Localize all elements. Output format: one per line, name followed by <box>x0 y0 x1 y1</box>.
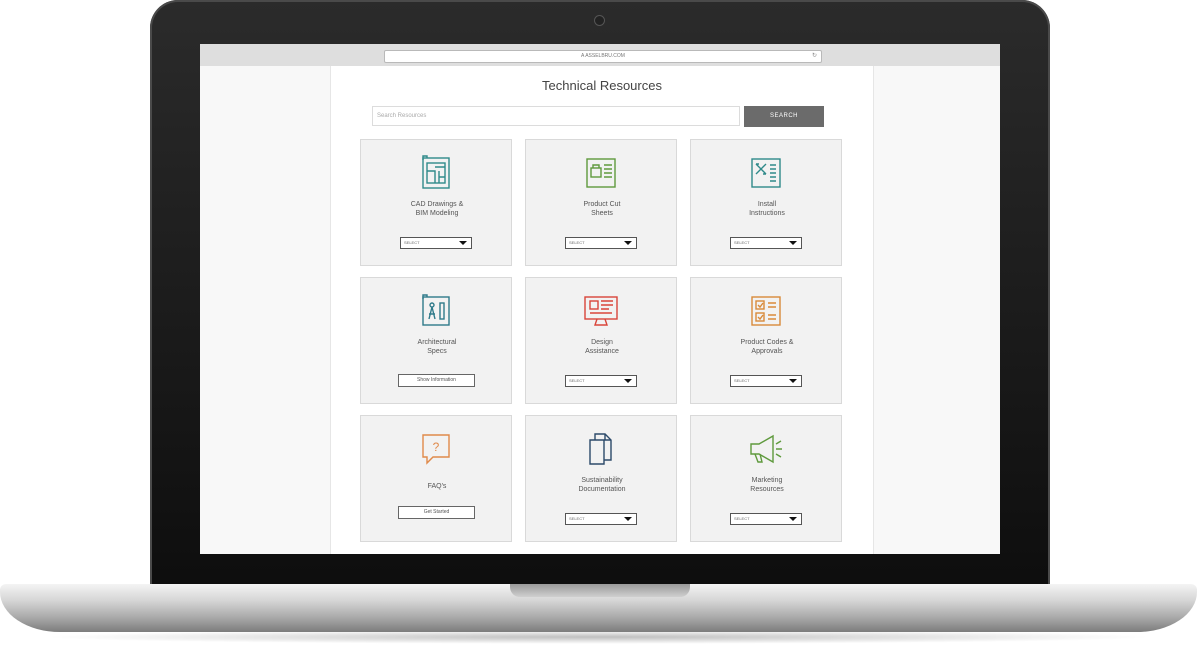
resources-page: Technical Resources Search Resources SEA… <box>331 66 873 554</box>
card-faqs[interactable]: ? FAQ's Get Started <box>360 415 512 542</box>
question-bubble-icon: ? <box>417 430 455 468</box>
megaphone-icon <box>747 430 785 468</box>
card-sustainability[interactable]: Sustainability Documentation SELECT <box>525 415 677 542</box>
product-sheet-icon <box>582 154 620 192</box>
show-information-button[interactable]: Show Information <box>398 374 475 387</box>
dropdown-arrow-icon <box>459 241 467 245</box>
dropdown-arrow-icon <box>624 241 632 245</box>
blueprint-icon <box>417 154 455 192</box>
card-label: Install Instructions <box>749 201 785 217</box>
right-gutter <box>873 66 1000 554</box>
laptop-notch <box>510 584 690 597</box>
card-label: Product Codes & Approvals <box>740 339 794 355</box>
browser-toolbar: A ASSELBRU.COM ↻ <box>200 44 1000 67</box>
dropdown-arrow-icon <box>624 517 632 521</box>
dropdown-arrow-icon <box>624 379 632 383</box>
card-marketing[interactable]: Marketing Resources SELECT <box>690 415 842 542</box>
sustainability-select[interactable]: SELECT <box>565 513 637 525</box>
card-label: Product Cut Sheets <box>583 201 621 217</box>
dropdown-arrow-icon <box>789 517 797 521</box>
card-label: Architectural Specs <box>417 339 457 355</box>
card-product-codes[interactable]: Product Codes & Approvals SELECT <box>690 277 842 404</box>
marketing-select[interactable]: SELECT <box>730 513 802 525</box>
install-select[interactable]: SELECT <box>730 237 802 249</box>
card-label: Marketing Resources <box>750 477 784 493</box>
card-label: CAD Drawings & BIM Modeling <box>410 201 464 217</box>
search-input[interactable]: Search Resources <box>372 106 740 126</box>
codes-select[interactable]: SELECT <box>730 375 802 387</box>
install-tools-icon <box>747 154 785 192</box>
address-bar[interactable]: A ASSELBRU.COM ↻ <box>384 50 822 63</box>
card-install-instructions[interactable]: Install Instructions SELECT <box>690 139 842 266</box>
camera-icon <box>594 15 605 26</box>
laptop-shadow <box>40 630 1157 644</box>
cad-select[interactable]: SELECT <box>400 237 472 249</box>
svg-text:?: ? <box>433 440 440 454</box>
get-started-button[interactable]: Get Started <box>398 506 475 519</box>
card-label: Sustainability Documentation <box>578 477 626 493</box>
address-text: A ASSELBRU.COM <box>581 53 625 59</box>
card-design-assistance[interactable]: Design Assistance SELECT <box>525 277 677 404</box>
reload-icon[interactable]: ↻ <box>812 51 817 62</box>
card-label: FAQ's <box>427 483 447 490</box>
design-select[interactable]: SELECT <box>565 375 637 387</box>
card-cad-drawings[interactable]: CAD Drawings & BIM Modeling SELECT <box>360 139 512 266</box>
card-product-cut-sheets[interactable]: Product Cut Sheets SELECT <box>525 139 677 266</box>
left-gutter <box>200 66 331 554</box>
card-label: Design Assistance <box>585 339 619 355</box>
card-architectural-specs[interactable]: Architectural Specs Show Information <box>360 277 512 404</box>
cut-sheets-select[interactable]: SELECT <box>565 237 637 249</box>
dropdown-arrow-icon <box>789 379 797 383</box>
architectural-specs-icon <box>417 292 455 330</box>
page-title: Technical Resources <box>542 78 662 93</box>
monitor-icon <box>582 292 620 330</box>
laptop-screen: A ASSELBRU.COM ↻ Technical Resources Sea… <box>200 44 1000 554</box>
dropdown-arrow-icon <box>789 241 797 245</box>
approvals-checklist-icon <box>747 292 785 330</box>
documents-icon <box>582 430 620 468</box>
search-button[interactable]: SEARCH <box>744 106 824 127</box>
